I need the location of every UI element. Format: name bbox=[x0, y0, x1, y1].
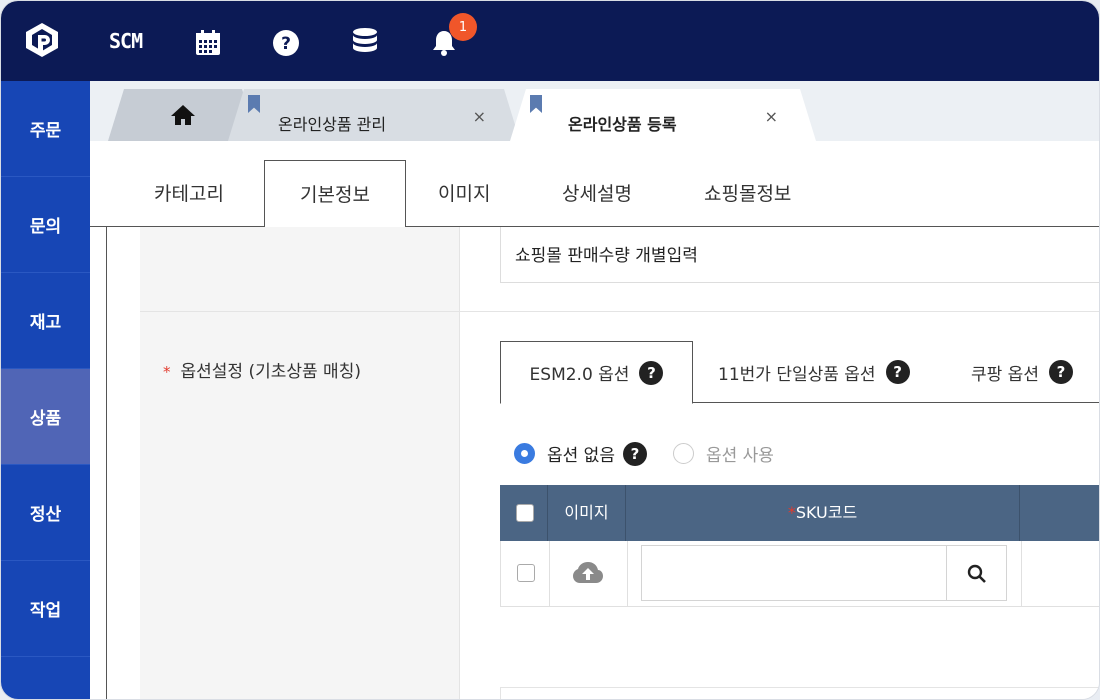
logo-icon[interactable] bbox=[23, 21, 61, 59]
sidebar-item-orders[interactable]: 주문 bbox=[1, 81, 90, 177]
calendar-icon[interactable] bbox=[193, 25, 223, 61]
row-checkbox[interactable] bbox=[517, 564, 535, 582]
bookmark-icon bbox=[530, 95, 542, 113]
option-radio-group: 옵션 없음 ? 옵션 사용 bbox=[514, 441, 774, 466]
radio-use-option-label: 옵션 사용 bbox=[705, 446, 774, 466]
tab-shopping-mall-info[interactable]: 쇼핑몰정보 bbox=[704, 179, 791, 206]
tab-label: 11번가 단일상품 옵션 bbox=[718, 364, 876, 385]
tab-11st-option[interactable]: 11번가 단일상품 옵션 ? bbox=[718, 341, 910, 403]
tab-category[interactable]: 카테고리 bbox=[154, 179, 224, 206]
select-all-checkbox[interactable] bbox=[516, 504, 534, 522]
option-tabs: ESM2.0 옵션 ? 11번가 단일상품 옵션 ? 쿠팡 옵션 ? bbox=[500, 341, 1099, 404]
radio-no-option[interactable] bbox=[514, 443, 535, 464]
required-mark: * bbox=[163, 363, 171, 381]
bookmark-icon bbox=[248, 95, 260, 113]
app-window: SCM ? 1 주문 문의 재고 상품 정산 작업 온라인상품 관리 × 온라인… bbox=[0, 0, 1100, 700]
radio-no-option-label: 옵션 없음 bbox=[547, 446, 615, 466]
top-bar: SCM ? 1 bbox=[1, 1, 1099, 81]
table-header: 이미지 *SKU코드 bbox=[500, 485, 1099, 541]
sidebar-item-inventory[interactable]: 재고 bbox=[1, 273, 90, 369]
help-icon[interactable]: ? bbox=[622, 441, 647, 466]
help-icon[interactable]: ? bbox=[885, 360, 910, 384]
header-sku-label: SKU코드 bbox=[795, 503, 858, 522]
help-icon[interactable]: ? bbox=[1048, 360, 1073, 384]
tab-product-register[interactable]: 온라인상품 등록 × bbox=[510, 89, 816, 141]
tab-label: ESM2.0 옵션 bbox=[529, 365, 630, 385]
sku-search-button[interactable] bbox=[947, 545, 1007, 601]
scm-menu[interactable]: SCM bbox=[109, 23, 143, 59]
svg-text:?: ? bbox=[281, 34, 291, 54]
tab-coupang-option[interactable]: 쿠팡 옵션 ? bbox=[971, 341, 1073, 403]
option-setting-text: 옵션설정 (기초상품 매칭) bbox=[180, 362, 361, 382]
row-divider bbox=[140, 311, 1099, 312]
tab-images[interactable]: 이미지 bbox=[438, 179, 490, 206]
help-icon[interactable]: ? bbox=[639, 360, 664, 385]
sidebar-item-settlement[interactable]: 정산 bbox=[1, 465, 90, 561]
sidebar-item-tasks[interactable]: 작업 bbox=[1, 561, 90, 657]
tab-product-management[interactable]: 온라인상품 관리 × bbox=[228, 89, 520, 141]
header-sku: *SKU코드 bbox=[626, 485, 1020, 541]
header-image: 이미지 bbox=[548, 485, 626, 541]
main-content: 카테고리 기본정보 이미지 상세설명 쇼핑몰정보 쇼핑몰 판매수량 개별입력 *… bbox=[90, 141, 1099, 699]
label-column bbox=[140, 227, 460, 699]
search-icon bbox=[967, 564, 986, 583]
sku-code-input[interactable] bbox=[641, 545, 947, 601]
tab-strip: 온라인상품 관리 × 온라인상품 등록 × bbox=[90, 81, 1099, 141]
sidebar: 주문 문의 재고 상품 정산 작업 bbox=[1, 81, 90, 699]
next-field bbox=[500, 687, 1099, 699]
table-row bbox=[500, 541, 1099, 607]
tab-esm-option[interactable]: ESM2.0 옵션 ? bbox=[500, 341, 693, 404]
tab-label: 쿠팡 옵션 bbox=[971, 364, 1039, 385]
home-icon bbox=[170, 104, 196, 126]
tab-description[interactable]: 상세설명 bbox=[562, 179, 632, 206]
tab-basic-info[interactable]: 기본정보 bbox=[264, 160, 406, 228]
tab-close-button[interactable]: × bbox=[473, 107, 486, 126]
database-icon[interactable] bbox=[352, 24, 378, 60]
help-icon[interactable]: ? bbox=[272, 25, 300, 61]
radio-use-option[interactable] bbox=[672, 443, 694, 464]
tab-close-button[interactable]: × bbox=[765, 107, 778, 126]
sidebar-item-inquiries[interactable]: 문의 bbox=[1, 177, 90, 273]
tab-label: 온라인상품 등록 bbox=[568, 115, 677, 134]
section-tabs: 카테고리 기본정보 이미지 상세설명 쇼핑몰정보 bbox=[90, 141, 1099, 228]
form-area: 쇼핑몰 판매수량 개별입력 * 옵션설정 (기초상품 매칭) ESM2.0 옵션 … bbox=[106, 227, 1099, 699]
required-mark: * bbox=[787, 503, 796, 522]
header-checkbox-cell bbox=[500, 485, 548, 541]
upload-cloud-icon[interactable] bbox=[572, 561, 604, 585]
sidebar-item-products[interactable]: 상품 bbox=[1, 369, 90, 465]
sales-quantity-field[interactable]: 쇼핑몰 판매수량 개별입력 bbox=[500, 227, 1099, 283]
notification-badge: 1 bbox=[449, 13, 477, 41]
tab-label: 온라인상품 관리 bbox=[278, 115, 387, 134]
option-setting-label: * 옵션설정 (기초상품 매칭) bbox=[163, 357, 361, 382]
